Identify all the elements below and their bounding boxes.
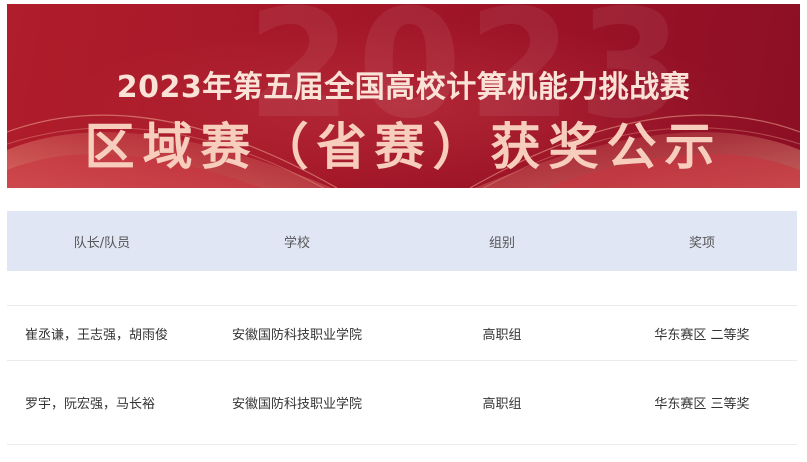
- cell-school: 安徽国防科技职业学院: [231, 327, 362, 343]
- header-members: 队长/队员: [73, 235, 131, 251]
- header-group: 组别: [488, 235, 515, 251]
- table-row: 崔丞谦，王志强，胡雨俊 安徽国防科技职业学院 高职组 华东赛区 二等奖: [7, 306, 797, 361]
- cell-award: 华东赛区 二等奖: [654, 327, 750, 343]
- table-row: 罗宇，阮宏强，马长裕 安徽国防科技职业学院 高职组 华东赛区 三等奖: [7, 361, 797, 445]
- cell-members: 罗宇，阮宏强，马长裕: [25, 397, 156, 412]
- cell-school: 安徽国防科技职业学院: [231, 397, 362, 412]
- banner-title: 2023年第五届全国高校计算机能力挑战赛: [116, 70, 691, 105]
- table-empty-row: [7, 271, 797, 306]
- cell-members: 崔丞谦，王志强，胡雨俊: [25, 327, 169, 343]
- cell-group: 高职组: [482, 327, 522, 343]
- award-table: 队长/队员 学校 组别 奖项 崔丞谦，王志强，胡雨俊 安徽国防科技职业学院 高职…: [7, 211, 797, 445]
- header-award: 奖项: [688, 235, 715, 251]
- page: 2023 2023年第五届全国高校计算机能力挑战赛 区域赛（省赛）获奖公示 队长…: [0, 0, 807, 462]
- cell-award: 华东赛区 三等奖: [654, 397, 750, 412]
- award-banner: 2023 2023年第五届全国高校计算机能力挑战赛 区域赛（省赛）获奖公示: [7, 4, 800, 188]
- cell-group: 高职组: [482, 397, 522, 412]
- banner-subtitle: 区域赛（省赛）获奖公示: [84, 118, 723, 176]
- table-header-row: 队长/队员 学校 组别 奖项: [7, 211, 797, 271]
- header-school: 学校: [283, 235, 310, 251]
